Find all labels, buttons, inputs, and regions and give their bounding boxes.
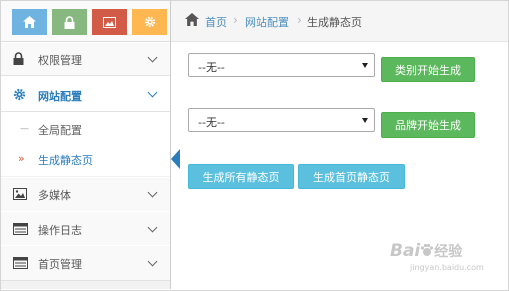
sidebar-item-label: 多媒体 (38, 189, 71, 202)
shortcut-gear-button[interactable] (132, 9, 167, 35)
category-select[interactable]: --无-- (188, 53, 375, 77)
submenu-item-global-config[interactable]: — 全局配置 (1, 114, 170, 144)
sidebar-item-media[interactable]: 多媒体 (1, 177, 170, 212)
sidebar-item-label: 网站配置 (38, 90, 82, 103)
brand-select-value: --无-- (198, 116, 225, 129)
sidebar-item-permissions[interactable]: 权限管理 (1, 42, 170, 76)
category-select-value: --无-- (198, 61, 225, 74)
sidebar-item-label: 操作日志 (38, 224, 82, 237)
chevron-down-icon (147, 187, 158, 198)
chevron-down-icon (147, 222, 158, 233)
caret-down-icon (362, 118, 368, 123)
breadcrumb-current: 生成静态页 (307, 16, 362, 29)
generate-brand-button[interactable]: 品牌开始生成 (381, 112, 475, 138)
breadcrumb-separator: › (297, 13, 302, 27)
list-icon (13, 223, 28, 235)
dash-marker: — (20, 124, 29, 134)
image-icon (13, 188, 27, 200)
watermark-brand-tail: 经验 (434, 244, 463, 260)
gear-icon (13, 88, 26, 101)
sidebar-item-label: 权限管理 (38, 54, 82, 67)
breadcrumb-section-link[interactable]: 网站配置 (245, 14, 289, 30)
sidebar: 权限管理 网站配置 — 全局配置 » 生成静态页 多媒体 操作日志 首页管理 (1, 1, 180, 289)
shortcut-bar (1, 1, 170, 42)
shortcut-home-button[interactable] (12, 9, 47, 35)
list-icon (13, 257, 28, 269)
generate-home-page-button[interactable]: 生成首页静态页 (298, 164, 405, 189)
shortcut-image-button[interactable] (92, 9, 127, 35)
active-indicator-arrow (171, 149, 180, 169)
gear-icon (144, 16, 155, 28)
shortcut-lock-button[interactable] (52, 9, 87, 35)
lock-icon (64, 15, 75, 29)
submenu-item-static-pages[interactable]: » 生成静态页 (1, 144, 180, 174)
chevron-down-icon (147, 87, 158, 98)
home-icon (185, 13, 199, 26)
caret-down-icon (362, 63, 368, 68)
breadcrumb-home-link[interactable]: 首页 (205, 14, 227, 30)
home-icon (23, 16, 36, 28)
sidebar-item-home-management[interactable]: 首页管理 (1, 245, 170, 281)
brand-select[interactable]: --无-- (188, 108, 375, 132)
submenu-item-label: 生成静态页 (38, 154, 93, 167)
submenu: — 全局配置 » 生成静态页 (1, 112, 180, 176)
watermark-url: jingyan.baidu.com (410, 263, 484, 272)
breadcrumb: 首页 › 网站配置 › 生成静态页 (171, 1, 508, 42)
chevron-down-icon (147, 52, 158, 63)
sidebar-item-site-config[interactable]: 网站配置 (1, 76, 170, 112)
sidebar-item-label: 首页管理 (38, 258, 82, 271)
double-chevron-right-icon: » (18, 152, 25, 165)
breadcrumb-separator: › (233, 13, 238, 27)
watermark-brand: Bai (390, 241, 421, 261)
image-icon (103, 16, 116, 28)
paw-icon (421, 243, 434, 256)
watermark-logo: Bai 经验 (390, 241, 462, 261)
chevron-down-icon (147, 256, 158, 267)
sidebar-item-logs[interactable]: 操作日志 (1, 211, 170, 246)
submenu-item-label: 全局配置 (38, 124, 82, 137)
generate-all-pages-button[interactable]: 生成所有静态页 (188, 164, 294, 189)
generate-category-button[interactable]: 类别开始生成 (381, 57, 475, 82)
lock-icon (13, 52, 24, 65)
